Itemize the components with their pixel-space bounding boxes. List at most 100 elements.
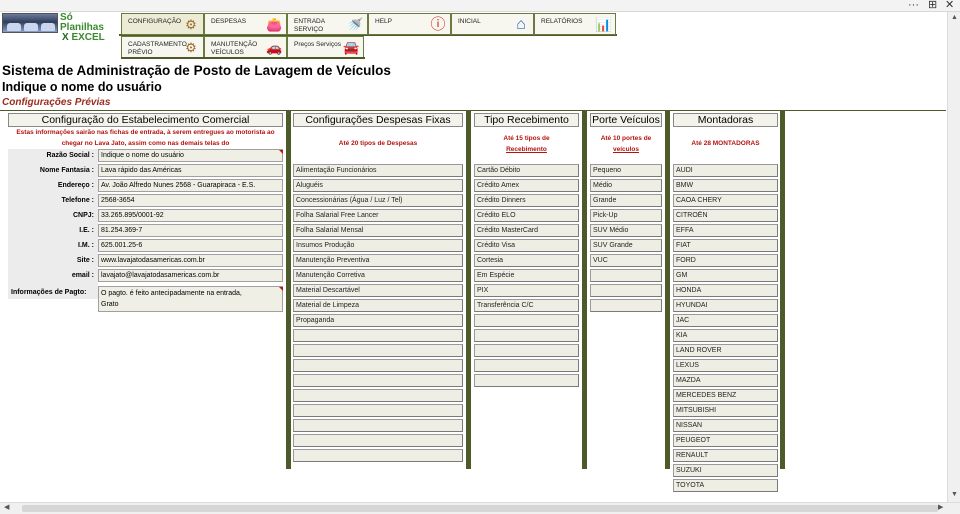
expenses-item[interactable] bbox=[293, 449, 463, 462]
brands-item[interactable]: SUZUKI bbox=[673, 464, 778, 477]
vertical-scrollbar[interactable]: ▲ ▼ bbox=[947, 12, 960, 502]
brands-item[interactable]: EFFA bbox=[673, 224, 778, 237]
field-value[interactable]: Indique o nome do usuário bbox=[98, 149, 283, 162]
scroll-left-icon[interactable]: ◀ bbox=[4, 503, 9, 513]
horizontal-scrollbar[interactable]: ◀ ▶ bbox=[0, 502, 960, 514]
expenses-item[interactable]: Concessionárias (Água / Luz / Tel) bbox=[293, 194, 463, 207]
vehicle_size-item[interactable]: SUV Médio bbox=[590, 224, 662, 237]
scroll-down-icon[interactable]: ▼ bbox=[951, 490, 958, 500]
menu-label: CONFIGURAÇÃO bbox=[128, 18, 182, 25]
vehicle_size-item[interactable]: VUC bbox=[590, 254, 662, 267]
expenses-item[interactable]: Manutenção Corretiva bbox=[293, 269, 463, 282]
receipt-item[interactable]: Cartão Débito bbox=[474, 164, 579, 177]
receipt-item[interactable]: Crédito Dinners bbox=[474, 194, 579, 207]
receipt-item[interactable] bbox=[474, 359, 579, 372]
expenses-item[interactable]: Material Descartável bbox=[293, 284, 463, 297]
expenses-item[interactable] bbox=[293, 374, 463, 387]
brands-item[interactable]: LEXUS bbox=[673, 359, 778, 372]
expenses-item[interactable] bbox=[293, 389, 463, 402]
brands-item[interactable]: MITSUBISHI bbox=[673, 404, 778, 417]
vehicle_size-item[interactable] bbox=[590, 299, 662, 312]
expenses-item[interactable] bbox=[293, 434, 463, 447]
field-value[interactable]: 81.254.369-7 bbox=[98, 224, 283, 237]
brands-item[interactable]: PEUGEOT bbox=[673, 434, 778, 447]
field-value[interactable]: Lava rápido das Américas bbox=[98, 164, 283, 177]
horizontal-scroll-thumb[interactable] bbox=[22, 505, 938, 512]
receipt-item[interactable]: Crédito ELO bbox=[474, 209, 579, 222]
menu-help[interactable]: HELP ⓘ bbox=[368, 13, 451, 35]
field-label: I.M. : bbox=[78, 242, 94, 249]
expenses-item[interactable] bbox=[293, 329, 463, 342]
vehicle_size-item[interactable]: SUV Grande bbox=[590, 239, 662, 252]
payment-info-field[interactable]: O pagto. é feito antecipadamente na entr… bbox=[98, 286, 283, 312]
brands-item[interactable]: GM bbox=[673, 269, 778, 282]
menu-manutencao-veiculos[interactable]: MANUTENÇÃO VEÍCULOS 🚗 bbox=[204, 36, 287, 58]
field-value[interactable]: 33.265.895/0001-92 bbox=[98, 209, 283, 222]
field-value[interactable]: www.lavajatodasamericas.com.br bbox=[98, 254, 283, 267]
menu-entrada-servico[interactable]: ENTRADA SERVIÇO 🚿 bbox=[287, 13, 368, 35]
brands-item[interactable]: TOYOTA bbox=[673, 479, 778, 492]
receipt-item[interactable]: PIX bbox=[474, 284, 579, 297]
receipt-item[interactable] bbox=[474, 329, 579, 342]
expenses-item[interactable]: Folha Salarial Free Lancer bbox=[293, 209, 463, 222]
menu-precos-servicos[interactable]: Preços Serviços 🚘 bbox=[287, 36, 364, 58]
expenses-item[interactable] bbox=[293, 404, 463, 417]
field-value[interactable]: 2568-3654 bbox=[98, 194, 283, 207]
receipt-item[interactable]: Crédito Amex bbox=[474, 179, 579, 192]
user-name-prompt[interactable]: Indique o nome do usuário bbox=[2, 80, 162, 94]
menu-inicial[interactable]: INICIAL ⌂ bbox=[451, 13, 534, 35]
menu-cadastramento-previo[interactable]: CADASTRAMENTO PRÉVIO ⚙ bbox=[121, 36, 204, 58]
brands-item[interactable]: MAZDA bbox=[673, 374, 778, 387]
brands-item[interactable]: FIAT bbox=[673, 239, 778, 252]
brands-item[interactable]: CITROËN bbox=[673, 209, 778, 222]
column-separator bbox=[665, 111, 670, 469]
receipt-item[interactable] bbox=[474, 314, 579, 327]
brands-item[interactable]: HYUNDAI bbox=[673, 299, 778, 312]
receipt-item[interactable]: Crédito MasterCard bbox=[474, 224, 579, 237]
close-icon[interactable]: ✕ bbox=[945, 0, 954, 11]
brands-item[interactable]: HONDA bbox=[673, 284, 778, 297]
expenses-item[interactable] bbox=[293, 344, 463, 357]
field-value[interactable]: 625.001.25-6 bbox=[98, 239, 283, 252]
field-value[interactable]: lavajato@lavajatodasamericas.com.br bbox=[98, 269, 283, 282]
brands-item[interactable]: MERCEDES BENZ bbox=[673, 389, 778, 402]
receipt-item[interactable]: Em Espécie bbox=[474, 269, 579, 282]
brands-item[interactable]: CAOA CHERY bbox=[673, 194, 778, 207]
menu-relatorios[interactable]: RELATÓRIOS 📊 bbox=[534, 13, 616, 35]
more-options-icon[interactable]: ··· bbox=[908, 0, 919, 11]
vehicle_size-item[interactable]: Pequeno bbox=[590, 164, 662, 177]
vehicle_size-item[interactable]: Pick-Up bbox=[590, 209, 662, 222]
brands-item[interactable]: LAND ROVER bbox=[673, 344, 778, 357]
expenses-item[interactable]: Aluguéis bbox=[293, 179, 463, 192]
expenses-item[interactable]: Manutenção Preventiva bbox=[293, 254, 463, 267]
brands-item[interactable]: BMW bbox=[673, 179, 778, 192]
scroll-up-icon[interactable]: ▲ bbox=[951, 13, 958, 23]
restore-icon[interactable]: ⊞ bbox=[928, 0, 937, 11]
menu-configuracao[interactable]: CONFIGURAÇÃO ⚙ bbox=[121, 13, 204, 35]
expenses-item[interactable]: Insumos Produção bbox=[293, 239, 463, 252]
expenses-item[interactable]: Alimentação Funcionários bbox=[293, 164, 463, 177]
brands-item[interactable]: KIA bbox=[673, 329, 778, 342]
brands-item[interactable]: JAC bbox=[673, 314, 778, 327]
expenses-item[interactable] bbox=[293, 359, 463, 372]
expenses-item[interactable]: Material de Limpeza bbox=[293, 299, 463, 312]
expenses-item[interactable]: Folha Salarial Mensal bbox=[293, 224, 463, 237]
receipt-item[interactable] bbox=[474, 344, 579, 357]
brands-item[interactable]: RENAULT bbox=[673, 449, 778, 462]
menu-despesas[interactable]: DESPESAS 👛 bbox=[204, 13, 287, 35]
expenses-item[interactable]: Propaganda bbox=[293, 314, 463, 327]
brands-item[interactable]: AUDI bbox=[673, 164, 778, 177]
field-value[interactable]: Av. João Alfredo Nunes 2568 - Guarapirac… bbox=[98, 179, 283, 192]
brands-item[interactable]: FORD bbox=[673, 254, 778, 267]
receipt-item[interactable] bbox=[474, 374, 579, 387]
brands-item[interactable]: NISSAN bbox=[673, 419, 778, 432]
vehicle_size-item[interactable] bbox=[590, 284, 662, 297]
vehicle_size-item[interactable]: Grande bbox=[590, 194, 662, 207]
receipt-item[interactable]: Cortesia bbox=[474, 254, 579, 267]
receipt-item[interactable]: Transferência C/C bbox=[474, 299, 579, 312]
scroll-right-icon[interactable]: ▶ bbox=[938, 503, 943, 513]
expenses-item[interactable] bbox=[293, 419, 463, 432]
receipt-item[interactable]: Crédito Visa bbox=[474, 239, 579, 252]
vehicle_size-item[interactable]: Médio bbox=[590, 179, 662, 192]
vehicle_size-item[interactable] bbox=[590, 269, 662, 282]
